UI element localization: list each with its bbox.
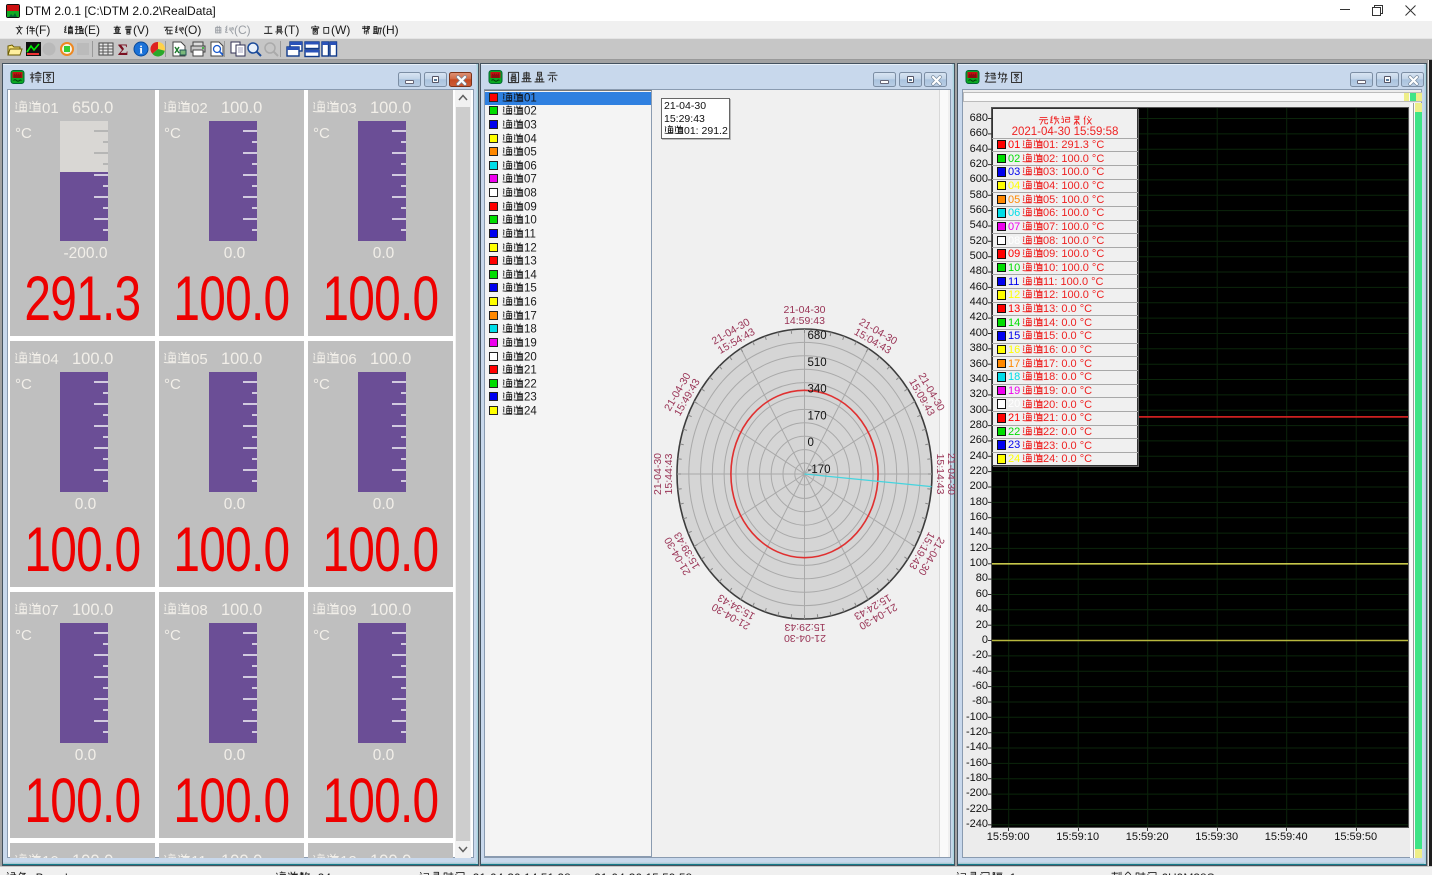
svg-text:510: 510: [808, 357, 827, 369]
svg-text:0: 0: [808, 437, 814, 449]
svg-text:340: 340: [808, 384, 827, 396]
svg-text:680: 680: [808, 330, 827, 342]
svg-text:170: 170: [808, 410, 827, 422]
svg-text:-170: -170: [808, 464, 831, 476]
svg-text:Σ: Σ: [118, 42, 128, 58]
